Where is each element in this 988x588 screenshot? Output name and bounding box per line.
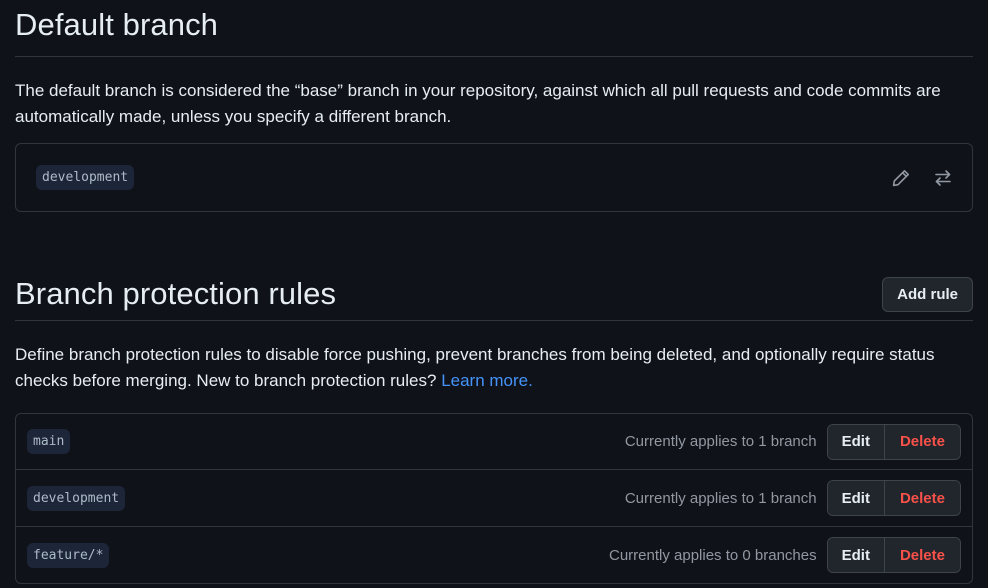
rule-pattern: main <box>27 429 71 454</box>
rule-applies-text: Currently applies to 1 branch <box>624 489 817 507</box>
rule-pattern: feature/* <box>27 542 110 568</box>
rule-button-group: Edit Delete <box>826 423 961 460</box>
default-branch-title: Default branch <box>15 7 219 42</box>
rule-button-group: Edit Delete <box>826 480 961 516</box>
rule-row-development: development Currently applies to 1 branc… <box>16 469 972 526</box>
delete-rule-button[interactable]: Delete <box>884 538 960 572</box>
rule-row-feature: feature/* Currently applies to 0 branche… <box>16 526 972 583</box>
edit-rule-button[interactable]: Edit <box>827 481 885 515</box>
rule-pattern: development <box>27 485 126 511</box>
edit-rule-button[interactable]: Edit <box>827 538 885 572</box>
rule-applies-text: Currently applies to 0 branches <box>609 546 817 564</box>
default-branch-header: Default branch <box>15 0 973 57</box>
protection-rules-list: main Currently applies to 1 branch Edit … <box>15 413 973 584</box>
rule-actions: Currently applies to 1 branch Edit Delet… <box>625 480 961 516</box>
delete-rule-button[interactable]: Delete <box>884 481 960 515</box>
rule-applies-text: Currently applies to 1 branch <box>624 433 817 450</box>
protection-rules-header: Branch protection rules Add rule <box>15 268 973 321</box>
protection-rules-title: Branch protection rules <box>15 276 337 311</box>
rule-button-group: Edit Delete <box>826 537 961 573</box>
delete-rule-button[interactable]: Delete <box>884 424 960 459</box>
add-rule-button[interactable]: Add rule <box>882 276 973 312</box>
protection-rules-description: Define branch protection rules to disabl… <box>15 342 973 394</box>
rule-actions: Currently applies to 1 branch Edit Delet… <box>624 423 961 460</box>
default-branch-actions <box>876 162 960 194</box>
arrow-switch-icon[interactable] <box>926 162 960 194</box>
edit-rule-button[interactable]: Edit <box>827 424 885 459</box>
branches-settings: Default branch The default branch is con… <box>15 0 973 584</box>
default-branch-box: development <box>15 143 973 212</box>
learn-more-link[interactable]: Learn more. <box>441 371 533 390</box>
default-branch-name: development <box>36 165 135 190</box>
pencil-icon[interactable] <box>884 162 918 194</box>
default-branch-description: The default branch is considered the “ba… <box>15 81 941 126</box>
rule-row-main: main Currently applies to 1 branch Edit … <box>16 414 972 469</box>
rule-actions: Currently applies to 0 branches Edit Del… <box>609 537 961 573</box>
